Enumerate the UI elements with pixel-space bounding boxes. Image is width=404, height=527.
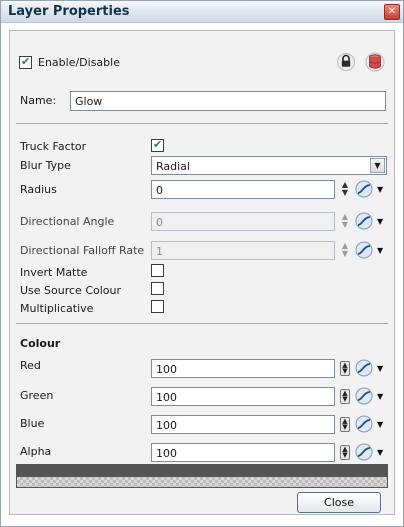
close-button[interactable]: Close: [297, 492, 381, 513]
use-source-colour-label: Use Source Colour: [20, 284, 122, 297]
directional-angle-dropdown-arrow-icon[interactable]: ▼: [377, 217, 383, 226]
directional-angle-spin-arrows-icon[interactable]: ▲ ▼: [340, 213, 350, 230]
radius-spin-arrows-icon[interactable]: ▲ ▼: [340, 181, 350, 198]
blue-dropdown-arrow-icon[interactable]: ▼: [377, 420, 383, 429]
close-x-icon[interactable]: ✕: [384, 4, 400, 20]
directional-angle-label: Directional Angle: [20, 215, 115, 228]
red-label: Red: [20, 359, 41, 372]
divider: [16, 323, 388, 324]
alpha-dropdown-arrow-icon[interactable]: ▼: [377, 448, 383, 457]
blur-type-value: Radial: [156, 160, 190, 173]
name-input[interactable]: Glow: [70, 91, 386, 111]
divider: [16, 123, 388, 124]
truck-factor-checkbox[interactable]: [151, 138, 164, 152]
invert-matte-label: Invert Matte: [20, 266, 88, 279]
green-dropdown-arrow-icon[interactable]: ▼: [377, 392, 383, 401]
green-function-curve-icon[interactable]: [354, 387, 374, 405]
directional-falloff-function-curve-icon[interactable]: [354, 241, 374, 259]
green-spin-arrows-icon[interactable]: ▲ ▼: [340, 389, 350, 404]
red-input[interactable]: 100: [151, 359, 335, 378]
radius-input[interactable]: 0: [151, 180, 335, 199]
radius-dropdown-arrow-icon[interactable]: ▼: [377, 185, 383, 194]
radius-function-curve-icon[interactable]: [354, 180, 374, 198]
properties-panel: Enable/Disable Name: Glow Truck Factor B…: [9, 30, 395, 515]
database-icon[interactable]: [365, 50, 385, 72]
colour-swatch[interactable]: [16, 464, 388, 488]
multiplicative-checkbox[interactable]: [151, 300, 164, 313]
red-spin-arrows-icon[interactable]: ▲ ▼: [340, 361, 350, 376]
directional-falloff-input[interactable]: 1: [151, 241, 335, 260]
colour-section-heading: Colour: [20, 337, 61, 350]
blue-label: Blue: [20, 417, 45, 430]
radius-label: Radius: [20, 183, 57, 196]
window-title: Layer Properties: [8, 4, 130, 19]
multiplicative-label: Multiplicative: [20, 302, 94, 315]
enable-checkbox[interactable]: [19, 55, 32, 69]
red-function-curve-icon[interactable]: [354, 359, 374, 377]
alpha-label: Alpha: [20, 445, 52, 458]
colour-swatch-solid: [17, 465, 387, 477]
alpha-input[interactable]: 100: [151, 443, 335, 462]
blue-spin-arrows-icon[interactable]: ▲ ▼: [340, 417, 350, 432]
directional-falloff-label: Directional Falloff Rate: [20, 244, 145, 257]
red-dropdown-arrow-icon[interactable]: ▼: [377, 364, 383, 373]
colour-swatch-checker: [17, 477, 387, 487]
alpha-function-curve-icon[interactable]: [354, 443, 374, 461]
alpha-spin-arrows-icon[interactable]: ▲ ▼: [340, 445, 350, 460]
green-label: Green: [20, 389, 54, 402]
blur-type-select[interactable]: Radial ▼: [151, 156, 387, 175]
directional-angle-function-curve-icon[interactable]: [354, 212, 374, 230]
use-source-colour-checkbox[interactable]: [151, 282, 164, 295]
lock-icon[interactable]: [337, 51, 355, 71]
chevron-down-icon[interactable]: ▼: [370, 158, 385, 173]
enable-label: Enable/Disable: [38, 56, 120, 69]
title-bar[interactable]: Layer Properties ✕: [1, 1, 403, 23]
blue-input[interactable]: 100: [151, 415, 335, 434]
name-label: Name:: [20, 94, 57, 107]
directional-angle-input[interactable]: 0: [151, 212, 335, 231]
blue-function-curve-icon[interactable]: [354, 415, 374, 433]
directional-falloff-spin-arrows-icon[interactable]: ▲ ▼: [340, 242, 350, 259]
green-input[interactable]: 100: [151, 387, 335, 406]
invert-matte-checkbox[interactable]: [151, 264, 164, 277]
directional-falloff-dropdown-arrow-icon[interactable]: ▼: [377, 246, 383, 255]
blur-type-label: Blur Type: [20, 159, 71, 172]
truck-factor-label: Truck Factor: [20, 140, 87, 153]
layer-properties-window: Layer Properties ✕ Enable/Disable Name: …: [0, 0, 404, 527]
